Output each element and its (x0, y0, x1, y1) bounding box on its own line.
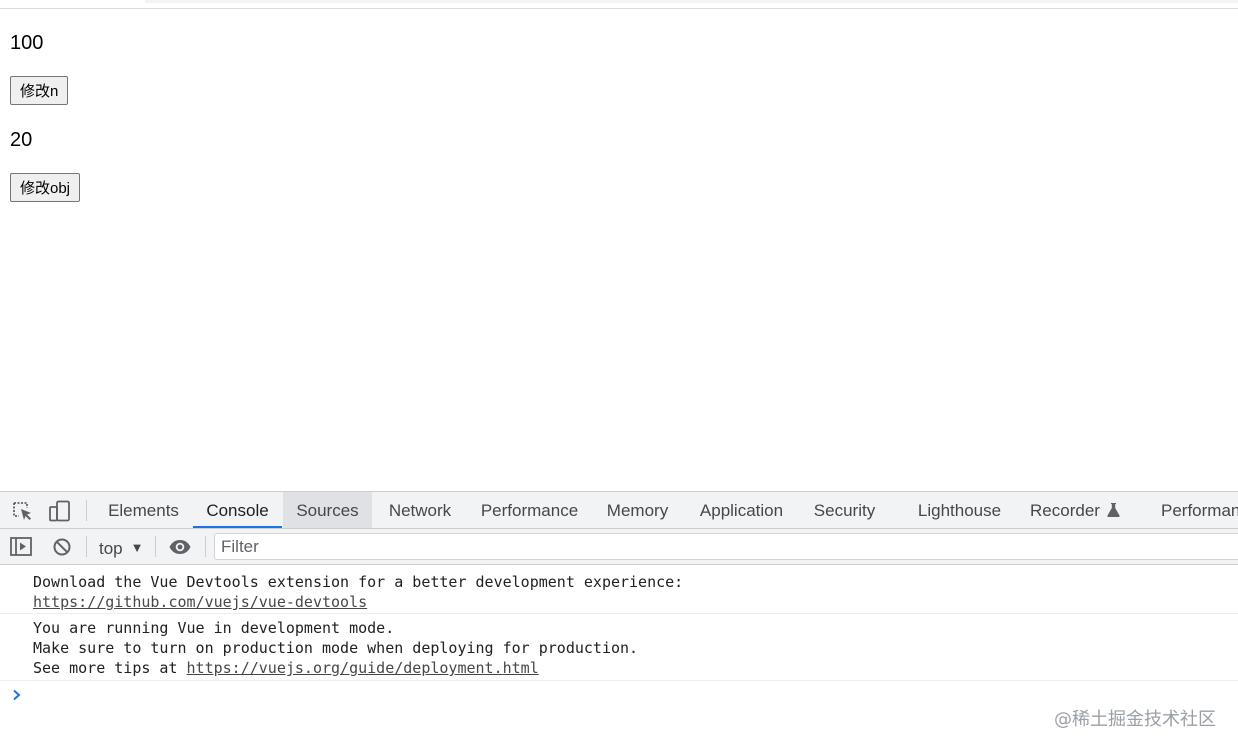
sidebar-toggle-icon[interactable] (9, 536, 33, 558)
live-expression-eye-icon[interactable] (168, 536, 192, 558)
tab-elements[interactable]: Elements (95, 492, 192, 528)
tab-memory[interactable]: Memory (592, 492, 683, 528)
tab-performance[interactable]: Performance (468, 492, 591, 528)
console-message-text: You are running Vue in development mode. (33, 619, 395, 637)
tabbar-separator (86, 500, 87, 521)
page-content: 100 修改n 20 修改obj (0, 9, 1238, 491)
filter-input[interactable] (214, 533, 1238, 560)
tab-console[interactable]: Console (193, 492, 282, 528)
console-message: You are running Vue in development mode.… (0, 618, 1238, 681)
watermark: @稀土掘金技术社区 (1054, 709, 1216, 730)
obj-value-text: 20 (10, 129, 33, 151)
context-selector-value: top (99, 539, 123, 558)
console-link[interactable]: https://vuejs.org/guide/deployment.html (187, 659, 539, 677)
console-message-text: Download the Vue Devtools extension for … (33, 573, 684, 591)
context-selector[interactable]: top ▼ (99, 529, 144, 564)
device-toolbar-icon[interactable] (48, 500, 72, 522)
console-message-text: See more tips at (33, 659, 187, 677)
console-toolbar: top ▼ (0, 529, 1238, 565)
tab-lighthouse[interactable]: Lighthouse (904, 492, 1015, 528)
address-bar-edge (145, 0, 1238, 3)
console-link[interactable]: https://github.com/vuejs/vue-devtools (33, 593, 367, 611)
console-message: Download the Vue Devtools extension for … (0, 572, 1238, 614)
tab-sources[interactable]: Sources (283, 492, 372, 528)
tab-application[interactable]: Application (684, 492, 799, 528)
edit-n-button[interactable]: 修改n (10, 76, 69, 105)
clear-console-icon[interactable] (50, 536, 74, 558)
edit-obj-button[interactable]: 修改obj (10, 173, 81, 202)
inspect-element-icon[interactable] (11, 500, 35, 522)
n-value-text: 100 (10, 32, 44, 54)
devtools-panel: Elements Console Sources Network Perform… (0, 491, 1238, 748)
tab-performance-insights[interactable]: Performan (1148, 492, 1238, 528)
dropdown-caret-icon: ▼ (130, 540, 144, 555)
console-prompt-chevron-icon[interactable] (11, 688, 25, 702)
toolbar-separator (86, 536, 87, 557)
tab-recorder-label: Recorder (1030, 501, 1100, 520)
tab-security[interactable]: Security (800, 492, 889, 528)
browser-toolbar-edge (0, 0, 1238, 9)
experiment-flask-icon (1107, 493, 1120, 531)
tab-recorder[interactable]: Recorder (1016, 492, 1134, 528)
toolbar-separator (205, 536, 206, 557)
toolbar-separator (155, 536, 156, 557)
tab-network[interactable]: Network (373, 492, 467, 528)
console-message-text: Make sure to turn on production mode whe… (33, 639, 639, 657)
devtools-tab-bar: Elements Console Sources Network Perform… (0, 492, 1238, 529)
